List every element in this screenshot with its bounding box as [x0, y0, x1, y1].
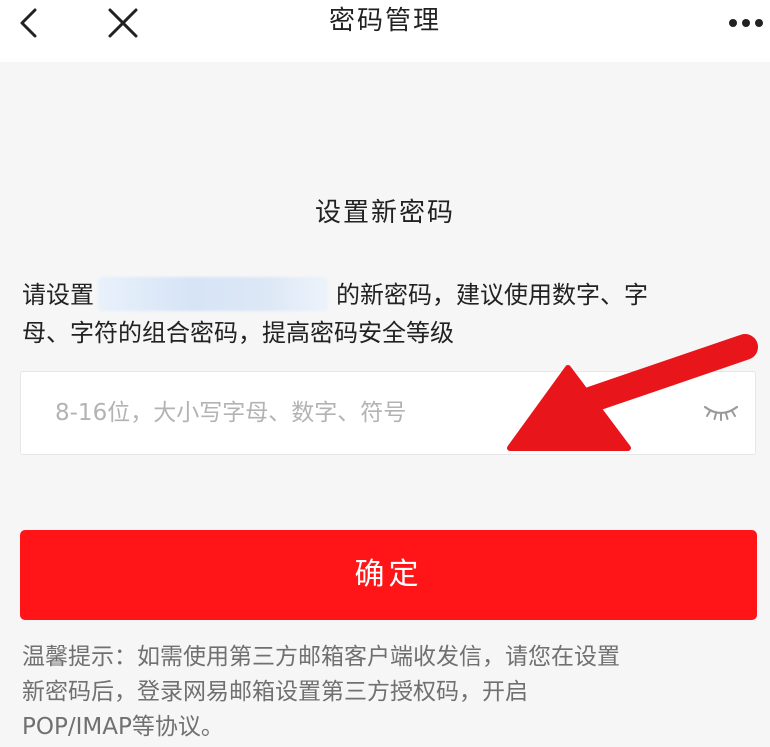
instructions-suffix: 的新密码，建议使用数字、字	[336, 281, 648, 309]
tips-line-2: 新密码后，登录网易邮箱设置第三方授权码，开启	[22, 679, 528, 705]
password-instructions: 请设置 的新密码，建议使用数字、字 母、字符的组合密码，提高密码安全等级	[22, 276, 762, 352]
set-password-heading: 设置新密码	[314, 198, 455, 228]
back-button[interactable]	[8, 0, 48, 46]
instructions-line-1: 请设置 的新密码，建议使用数字、字	[22, 276, 762, 314]
warm-tips: 温馨提示：如需使用第三方邮箱客户端收发信，请您在设置 新密码后，登录网易邮箱设置…	[22, 640, 762, 745]
new-password-field	[20, 371, 756, 455]
tips-line-3: POP/IMAP等协议。	[22, 714, 224, 740]
close-icon	[108, 8, 138, 38]
instructions-line-2: 母、字符的组合密码，提高密码安全等级	[22, 319, 454, 347]
tips-line-1: 温馨提示：如需使用第三方邮箱客户端收发信，请您在设置	[22, 644, 620, 670]
close-button[interactable]	[100, 0, 146, 46]
page-title: 密码管理	[328, 6, 441, 36]
chevron-left-icon	[20, 8, 37, 38]
more-horizontal-icon	[729, 19, 763, 27]
toggle-password-visibility[interactable]	[701, 398, 741, 428]
more-button[interactable]	[722, 0, 770, 46]
top-nav-bar: 密码管理	[0, 0, 770, 62]
confirm-button[interactable]: 确定	[20, 530, 757, 620]
eye-closed-icon	[703, 405, 739, 421]
instructions-prefix: 请设置	[22, 281, 94, 309]
new-password-input[interactable]	[55, 372, 675, 454]
blurred-account-address	[98, 277, 328, 311]
